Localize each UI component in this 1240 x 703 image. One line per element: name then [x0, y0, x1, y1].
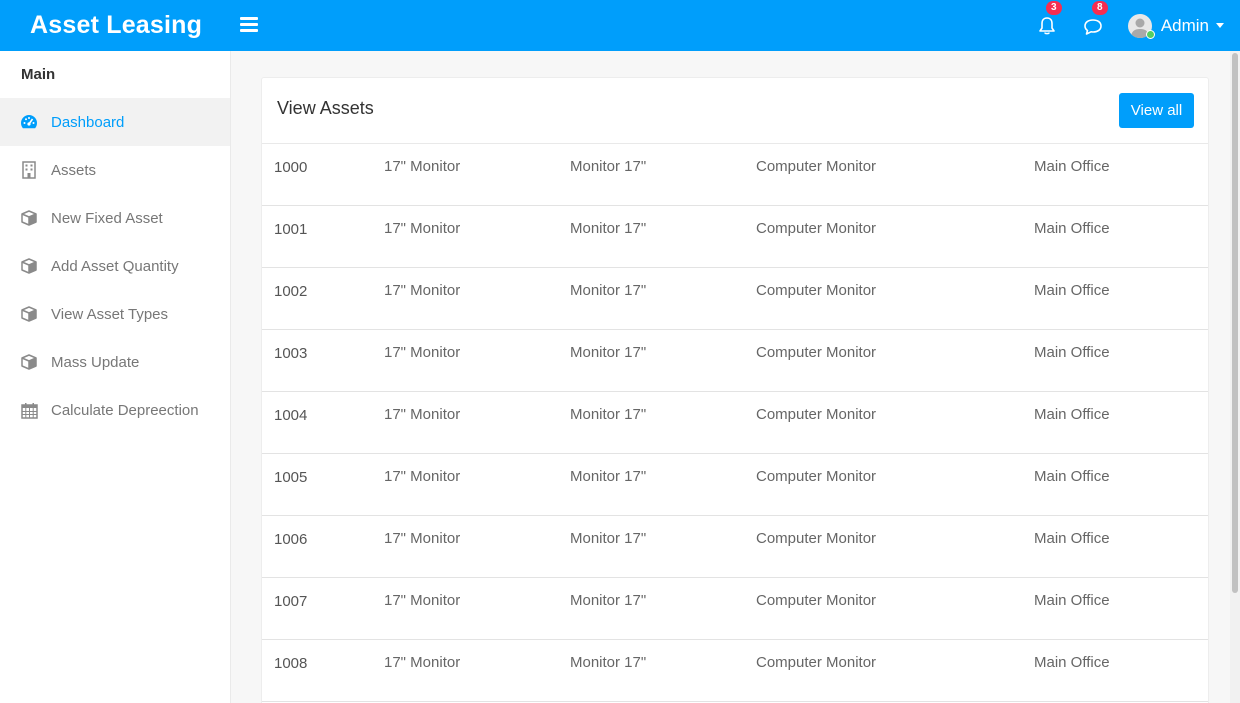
asset-type: Computer Monitor	[756, 654, 877, 671]
page-scrollbar[interactable]	[1230, 51, 1240, 703]
sidebar-item-assets[interactable]: Assets	[0, 146, 230, 194]
asset-name: 17" Monitor	[384, 220, 461, 237]
asset-type: Computer Monitor	[756, 158, 877, 175]
asset-id: 1006	[274, 531, 308, 548]
asset-name: 17" Monitor	[384, 468, 461, 485]
view-all-button[interactable]: View all	[1119, 93, 1194, 128]
chevron-down-icon	[1216, 23, 1224, 28]
asset-type: Computer Monitor	[756, 592, 877, 609]
asset-location: Main Office	[1034, 406, 1110, 423]
sidebar-item-label: Mass Update	[51, 353, 140, 371]
asset-name: 17" Monitor	[384, 654, 461, 671]
table-row[interactable]: 1006 17" Monitor Monitor 17" Computer Mo…	[262, 516, 1208, 578]
avatar	[1127, 13, 1157, 39]
building-icon	[20, 161, 38, 179]
table-row[interactable]: 1007 17" Monitor Monitor 17" Computer Mo…	[262, 578, 1208, 640]
sidebar-item-dashboard[interactable]: Dashboard	[0, 98, 230, 146]
bell-icon	[1039, 16, 1055, 34]
assets-table: 1000 17" Monitor Monitor 17" Computer Mo…	[262, 144, 1208, 702]
sidebar-item-calculate-depreciation[interactable]: Calculate Depreection	[0, 386, 230, 434]
asset-type: Computer Monitor	[756, 468, 877, 485]
table-row[interactable]: 1005 17" Monitor Monitor 17" Computer Mo…	[262, 454, 1208, 516]
messages-button[interactable]: 8	[1082, 0, 1108, 37]
asset-location: Main Office	[1034, 530, 1110, 547]
asset-name: 17" Monitor	[384, 592, 461, 609]
notifications-button[interactable]: 3	[1036, 0, 1062, 37]
view-assets-card: View Assets View all 1000 17" Monitor Mo…	[261, 77, 1209, 703]
user-name: Admin	[1160, 15, 1209, 35]
asset-id: 1001	[274, 221, 308, 238]
asset-location: Main Office	[1034, 344, 1110, 361]
sidebar-item-mass-update[interactable]: Mass Update	[0, 338, 230, 386]
menu-toggle-icon[interactable]	[240, 17, 258, 33]
asset-type: Computer Monitor	[756, 344, 877, 361]
asset-type: Computer Monitor	[756, 406, 877, 423]
sidebar-item-label: Calculate Depreection	[51, 401, 199, 419]
asset-type: Computer Monitor	[756, 530, 877, 547]
asset-id: 1008	[274, 655, 308, 672]
asset-id: 1004	[274, 407, 308, 424]
top-navbar: Asset Leasing 3 8 Admin	[0, 0, 1240, 51]
asset-id: 1002	[274, 283, 308, 300]
asset-type: Computer Monitor	[756, 220, 877, 237]
asset-id: 1000	[274, 159, 308, 176]
sidebar-item-view-asset-types[interactable]: View Asset Types	[0, 290, 230, 338]
table-row[interactable]: 1002 17" Monitor Monitor 17" Computer Mo…	[262, 268, 1208, 330]
sidebar-item-label: Dashboard	[51, 113, 125, 131]
asset-description: Monitor 17"	[570, 530, 647, 547]
scrollbar-thumb[interactable]	[1232, 53, 1238, 593]
asset-id: 1007	[274, 593, 308, 610]
table-row[interactable]: 1001 17" Monitor Monitor 17" Computer Mo…	[262, 206, 1208, 268]
sidebar-item-label: Assets	[51, 161, 97, 179]
table-row[interactable]: 1003 17" Monitor Monitor 17" Computer Mo…	[262, 330, 1208, 392]
cube-icon	[20, 209, 38, 227]
user-menu[interactable]: Admin	[1127, 13, 1224, 39]
asset-name: 17" Monitor	[384, 158, 461, 175]
asset-location: Main Office	[1034, 220, 1110, 237]
asset-name: 17" Monitor	[384, 282, 461, 299]
sidebar-item-label: New Fixed Asset	[51, 209, 163, 227]
sidebar: Main Dashboard Assets New Fixed Asset Ad…	[0, 51, 231, 703]
chat-icon	[1084, 18, 1102, 35]
asset-description: Monitor 17"	[570, 158, 647, 175]
brand-logo[interactable]: Asset Leasing	[0, 11, 230, 40]
table-row[interactable]: 1000 17" Monitor Monitor 17" Computer Mo…	[262, 144, 1208, 206]
table-row[interactable]: 1004 17" Monitor Monitor 17" Computer Mo…	[262, 392, 1208, 454]
asset-description: Monitor 17"	[570, 406, 647, 423]
cube-icon	[20, 353, 38, 371]
asset-id: 1005	[274, 469, 308, 486]
top-right-actions: 3 8 Admin	[1036, 0, 1224, 51]
asset-id: 1003	[274, 345, 308, 362]
asset-description: Monitor 17"	[570, 282, 647, 299]
asset-location: Main Office	[1034, 282, 1110, 299]
online-status-dot	[1145, 29, 1155, 39]
calendar-icon	[20, 401, 38, 419]
asset-location: Main Office	[1034, 468, 1110, 485]
sidebar-item-label: Add Asset Quantity	[51, 257, 179, 275]
cube-icon	[20, 305, 38, 323]
sidebar-item-label: View Asset Types	[51, 305, 169, 323]
card-header: View Assets View all	[262, 78, 1208, 144]
dashboard-icon	[20, 113, 38, 131]
asset-description: Monitor 17"	[570, 592, 647, 609]
asset-type: Computer Monitor	[756, 282, 877, 299]
asset-location: Main Office	[1034, 654, 1110, 671]
table-row[interactable]: 1008 17" Monitor Monitor 17" Computer Mo…	[262, 640, 1208, 702]
asset-name: 17" Monitor	[384, 530, 461, 547]
asset-description: Monitor 17"	[570, 468, 647, 485]
sidebar-item-add-asset-quantity[interactable]: Add Asset Quantity	[0, 242, 230, 290]
messages-badge: 8	[1091, 0, 1108, 15]
sidebar-item-new-fixed-asset[interactable]: New Fixed Asset	[0, 194, 230, 242]
asset-description: Monitor 17"	[570, 344, 647, 361]
cube-icon	[20, 257, 38, 275]
asset-location: Main Office	[1034, 158, 1110, 175]
sidebar-section-title: Main	[21, 66, 56, 83]
asset-location: Main Office	[1034, 592, 1110, 609]
asset-description: Monitor 17"	[570, 220, 647, 237]
asset-description: Monitor 17"	[570, 654, 647, 671]
notifications-badge: 3	[1045, 0, 1062, 15]
asset-name: 17" Monitor	[384, 406, 461, 423]
asset-name: 17" Monitor	[384, 344, 461, 361]
card-title: View Assets	[277, 98, 374, 118]
